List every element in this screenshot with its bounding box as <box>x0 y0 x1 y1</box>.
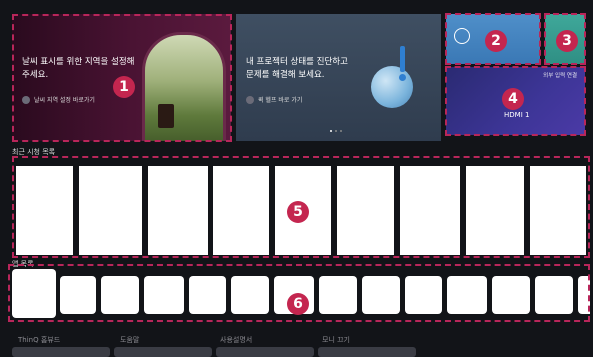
quick-help-line1: 내 프로젝터 상태를 진단하고 <box>246 57 348 67</box>
bottom-label-2: 도움말 <box>120 336 140 344</box>
badge-2: 2 <box>485 30 507 52</box>
badge-6: 6 <box>287 293 309 315</box>
badge-1: 1 <box>113 76 135 98</box>
arrow-circle-icon <box>246 95 254 104</box>
exclamation-dot-icon <box>399 74 406 81</box>
quick-help-link-text: 퀵 헬프 바로 가기 <box>258 97 303 104</box>
badge-5: 5 <box>287 201 309 223</box>
bottom-card[interactable] <box>216 347 314 357</box>
quick-help-banner[interactable]: 내 프로젝터 상태를 진단하고 문제를 해결해 보세요. 퀵 헬프 바로 가기 <box>236 14 441 141</box>
bottom-label-4: 모니 끄기 <box>322 336 350 344</box>
bottom-card[interactable] <box>12 347 110 357</box>
bottom-card[interactable] <box>114 347 212 357</box>
quick-help-line2: 문제를 해결해 보세요. <box>246 70 325 80</box>
exclamation-icon <box>400 46 405 72</box>
bottom-label-3: 사용설명서 <box>220 336 253 344</box>
badge-3: 3 <box>556 30 578 52</box>
diagnostic-sphere-icon <box>371 66 413 108</box>
carousel-dots <box>330 130 342 132</box>
bottom-card[interactable] <box>318 347 416 357</box>
badge-4: 4 <box>502 88 524 110</box>
quick-help-link[interactable]: 퀵 헬프 바로 가기 <box>246 95 302 104</box>
bottom-label-1: ThinQ 홈뷰드 <box>18 336 61 344</box>
